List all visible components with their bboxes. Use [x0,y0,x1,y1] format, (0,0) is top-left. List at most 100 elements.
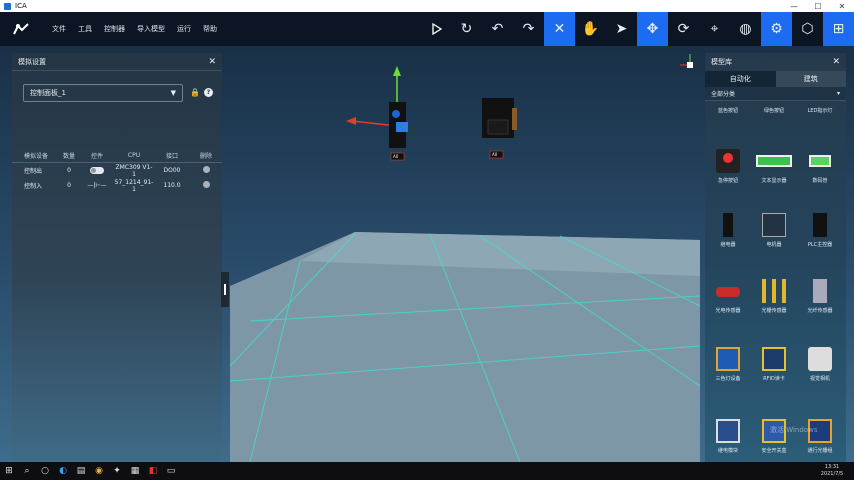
category-select[interactable]: 全部分类 ▾ [705,87,846,101]
cell-device: 控制出 [24,168,43,175]
menu-run[interactable]: 运行 [177,24,191,34]
edge-icon[interactable]: ◐ [54,462,72,480]
hand-icon[interactable]: ✋ [575,12,606,46]
explorer-icon[interactable]: ▦ [126,462,144,480]
table-row[interactable]: 控制出 0 ZMC309 V1-1 DO00 [12,163,222,178]
panel-collapse-handle[interactable] [221,272,229,307]
lock-icon[interactable]: 🔒 [190,88,200,97]
ica-app-icon[interactable]: ✦ [108,462,126,480]
object-tag-b: A0 [492,152,498,157]
store-icon[interactable]: ▤ [72,462,90,480]
model-label: 继电模块 [717,448,738,454]
play-icon[interactable] [420,12,451,46]
table-header: 模拟设备 数量 控件 CPU 接口 删除 [12,148,222,163]
cell-count: 0 [67,167,71,174]
model-item[interactable]: 电机器 [751,213,797,248]
model-item[interactable]: 急停按钮 [705,149,751,184]
target-icon[interactable]: ⌖ [699,12,730,46]
chrome-icon[interactable]: ◉ [90,462,108,480]
model-item[interactable]: 三色灯设备 [705,347,751,382]
tab-automation[interactable]: 自动化 [705,71,776,87]
transform-icon[interactable]: ✕ [544,12,575,46]
model-item[interactable]: LED指示灯 [797,107,843,114]
box-icon[interactable]: ⬡ [792,12,823,46]
model-label: 继电器 [720,242,736,248]
model-label: 数码管 [812,178,828,184]
clock-date: 2021/7/5 [820,471,844,477]
chevron-down-icon: ▼ [170,89,176,97]
model-item[interactable]: 绿色按钮 [751,107,797,114]
taskview-icon[interactable]: ○ [36,462,54,480]
category-value: 全部分类 [711,91,736,98]
model-item[interactable]: PLC主控器 [797,213,843,248]
model-label: LED指示灯 [807,108,833,114]
menu-controller[interactable]: 控制器 [104,24,125,34]
cell-count: 0 [67,182,71,189]
reset-icon[interactable]: ↻ [451,12,482,46]
search-icon[interactable]: ⌕ [18,462,36,480]
delete-icon[interactable] [202,181,210,188]
library-title: 模型库 [711,58,732,66]
model-item[interactable]: 继电模块 [705,419,751,454]
clock-time: 13:31 [824,464,840,470]
settings-icon[interactable]: ⚙ [761,12,792,46]
menu-help[interactable]: 帮助 [203,24,217,34]
col-device: 模拟设备 [24,152,49,160]
window-titlebar: ICA — ☐ ✕ [0,0,854,12]
paint-icon[interactable]: ◧ [144,462,162,480]
model-label: 视觉相机 [809,376,830,382]
move-icon[interactable]: ✥ [637,12,668,46]
model-item[interactable]: 数码管 [797,149,843,184]
main-menu: 文件 工具 控制器 导入模型 运行 帮助 [52,24,229,34]
model-label: 文本显示器 [761,178,787,184]
model-label: 光电传感器 [715,308,741,314]
model-label: RFID读卡 [763,376,785,382]
model-item[interactable]: 光电传感器 [705,279,751,314]
close-icon[interactable]: ✕ [208,57,216,67]
col-cpu: CPU [127,151,141,159]
model-label: 蓝色按钮 [717,108,738,114]
cell-port: 110.0 [163,182,181,189]
model-item[interactable]: 文本显示器 [751,149,797,184]
app-icon-extra[interactable]: ▭ [162,462,180,480]
chevron-down-icon: ▾ [836,90,840,97]
model-item[interactable]: 继电器 [705,213,751,248]
menu-file[interactable]: 文件 [52,24,66,34]
grid-icon[interactable]: ⊞ [823,12,854,46]
minimize-button[interactable]: — [782,2,806,11]
redo-icon[interactable]: ↷ [513,12,544,46]
pointer-icon[interactable]: ➤ [606,12,637,46]
table-row[interactable]: 控制入 0 —|⊢— 57_1214_91-1 110.0 [12,178,222,193]
app-icon [4,2,11,10]
close-window-button[interactable]: ✕ [830,2,854,11]
model-item[interactable]: 光纤传感器 [797,279,843,314]
start-icon[interactable]: ⊞ [0,462,18,480]
tab-building[interactable]: 建筑 [775,71,846,87]
rotate-icon[interactable]: ⟳ [668,12,699,46]
menu-import-model[interactable]: 导入模型 [137,24,165,34]
col-control: 控件 [90,152,103,160]
model-item[interactable]: 视觉相机 [797,347,843,382]
model-item[interactable]: 蓝色按钮 [705,107,751,114]
device-select[interactable]: 控制面板_1 ▼ [23,84,183,102]
model-label: PLC主控器 [807,242,833,248]
close-icon[interactable]: ✕ [832,57,840,67]
delete-icon[interactable] [202,166,210,173]
cell-port: DO00 [163,167,181,174]
menu-tools[interactable]: 工具 [78,24,92,34]
model-item[interactable]: 光栅传感器 [751,279,797,314]
maximize-button[interactable]: ☐ [806,2,830,11]
undo-icon[interactable]: ↶ [482,12,513,46]
model-label: 通行光栅组 [807,448,833,454]
system-clock[interactable]: 13:31 2021/7/5 [810,464,854,478]
app-toolbar: 文件 工具 控制器 导入模型 运行 帮助 ↻ ↶ ↷ ✕ ✋ ➤ ✥ ⟳ ⌖ ◍… [0,12,854,46]
model-label: 安全开关盒 [761,448,787,454]
model-label: 三色灯设备 [715,376,741,382]
model-library-panel: 模型库 ✕ 自动化 建筑 全部分类 ▾ 蓝色按钮 绿色按钮 LED指示灯 急停按… [705,53,846,462]
toggle-switch[interactable] [90,167,104,174]
contact-icon: —|⊢— [87,182,107,189]
globe-icon[interactable]: ◍ [730,12,761,46]
col-port: 接口 [165,152,178,160]
help-icon[interactable]: ? [204,88,213,97]
model-item[interactable]: RFID读卡 [751,347,797,382]
